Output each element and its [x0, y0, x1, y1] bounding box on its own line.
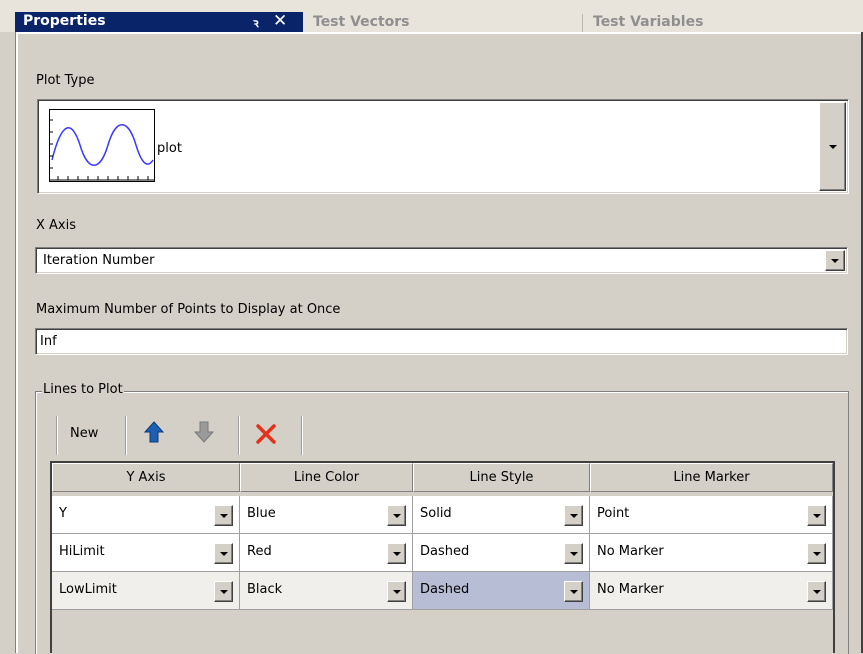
sine-wave-icon	[50, 119, 154, 181]
close-icon[interactable]: ✕	[273, 11, 287, 31]
chevron-down-icon	[831, 259, 839, 263]
panel-border-left-highlight	[16, 32, 18, 653]
cell-dropdown-button[interactable]	[214, 505, 233, 526]
max-points-input[interactable]: Inf	[35, 328, 848, 355]
chevron-down-icon	[220, 552, 228, 556]
x-axis-value: Iteration Number	[43, 253, 155, 268]
cell-dropdown-button[interactable]	[564, 581, 583, 602]
chevron-down-icon	[813, 590, 821, 594]
column-header-y-axis[interactable]: Y Axis	[52, 463, 240, 492]
cell-text: Point	[597, 506, 630, 521]
move-down-button[interactable]	[193, 421, 215, 443]
cell-text: Dashed	[420, 544, 470, 559]
cell-dropdown-button[interactable]	[214, 543, 233, 564]
toolbar-separator	[125, 416, 127, 455]
chevron-down-icon	[813, 514, 821, 518]
chevron-down-icon	[570, 552, 578, 556]
tab-properties-label: Properties	[23, 13, 106, 29]
delete-button[interactable]	[256, 424, 276, 444]
plot-type-value: plot	[157, 141, 182, 156]
arrow-up-icon	[143, 421, 165, 443]
new-button[interactable]: New	[70, 426, 98, 441]
cell-text: LowLimit	[59, 582, 117, 597]
max-points-value: Inf	[40, 334, 57, 349]
cell-text: HiLimit	[59, 544, 105, 559]
tab-test-vectors-label: Test Vectors	[313, 14, 410, 30]
chevron-down-icon	[393, 514, 401, 518]
plot-type-label: Plot Type	[36, 73, 95, 88]
column-header-line-color[interactable]: Line Color	[240, 463, 413, 492]
table-cell[interactable]: Solid	[413, 496, 590, 534]
x-axis-label: X Axis	[36, 218, 77, 233]
chevron-down-icon	[570, 514, 578, 518]
cell-dropdown-button[interactable]	[564, 505, 583, 526]
table-cell[interactable]: No Marker	[590, 534, 833, 572]
toolbar-separator	[301, 416, 303, 455]
tab-test-vectors[interactable]: Test Vectors	[303, 14, 582, 32]
plot-thumbnail	[49, 109, 155, 182]
table-cell[interactable]: Red	[240, 534, 413, 572]
table-cell[interactable]: No Marker	[590, 572, 833, 610]
table-cell[interactable]: LowLimit	[52, 572, 240, 610]
column-header-line-style[interactable]: Line Style	[413, 463, 590, 492]
tab-test-variables-label: Test Variables	[593, 14, 704, 30]
table-cell[interactable]: Point	[590, 496, 833, 534]
chevron-down-icon	[570, 590, 578, 594]
table-cell[interactable]: Blue	[240, 496, 413, 534]
cell-dropdown-button[interactable]	[214, 581, 233, 602]
cell-text: No Marker	[597, 544, 664, 559]
chevron-down-icon	[220, 590, 228, 594]
delete-x-icon	[256, 424, 276, 444]
chevron-down-icon	[829, 145, 837, 149]
cell-text: No Marker	[597, 582, 664, 597]
cell-text: Solid	[420, 506, 452, 521]
toolbar-separator	[238, 416, 240, 455]
cell-text: Y	[59, 506, 67, 521]
cell-dropdown-button[interactable]	[387, 543, 406, 564]
table-cell-selected[interactable]: Dashed	[413, 572, 590, 610]
move-up-button[interactable]	[143, 421, 165, 443]
cell-dropdown-button[interactable]	[807, 581, 826, 602]
toolbar-separator	[56, 416, 58, 455]
table-cell[interactable]: Y	[52, 496, 240, 534]
panel-border-top	[16, 32, 862, 34]
cell-text: Dashed	[420, 582, 470, 597]
chevron-down-icon	[813, 552, 821, 556]
tab-properties[interactable]: Properties ꝛ ✕	[15, 11, 303, 32]
table-cell[interactable]: Black	[240, 572, 413, 610]
cell-dropdown-button[interactable]	[807, 543, 826, 564]
tab-bar: Properties ꝛ ✕ Test Vectors Test Variabl…	[0, 0, 863, 32]
lines-to-plot-title: Lines to Plot	[42, 382, 124, 397]
x-axis-dropdown-button[interactable]	[825, 250, 845, 271]
x-axis-select[interactable]: Iteration Number	[35, 247, 848, 274]
chevron-down-icon	[393, 590, 401, 594]
pin-icon[interactable]: ꝛ	[253, 14, 259, 31]
cell-dropdown-button[interactable]	[564, 543, 583, 564]
table-cell[interactable]: HiLimit	[52, 534, 240, 572]
cell-text: Red	[247, 544, 272, 559]
cell-dropdown-button[interactable]	[807, 505, 826, 526]
table-cell[interactable]: Dashed	[413, 534, 590, 572]
plot-type-select[interactable]: plot	[37, 99, 849, 194]
cell-dropdown-button[interactable]	[387, 581, 406, 602]
cell-text: Black	[247, 582, 283, 597]
chevron-down-icon	[393, 552, 401, 556]
column-header-line-marker[interactable]: Line Marker	[590, 463, 833, 492]
max-points-label: Maximum Number of Points to Display at O…	[36, 302, 341, 317]
cell-text: Blue	[247, 506, 276, 521]
tab-test-variables[interactable]: Test Variables	[583, 14, 863, 32]
plot-type-dropdown-button[interactable]	[819, 102, 846, 191]
chevron-down-icon	[220, 514, 228, 518]
arrow-down-icon	[193, 421, 215, 443]
cell-dropdown-button[interactable]	[387, 505, 406, 526]
